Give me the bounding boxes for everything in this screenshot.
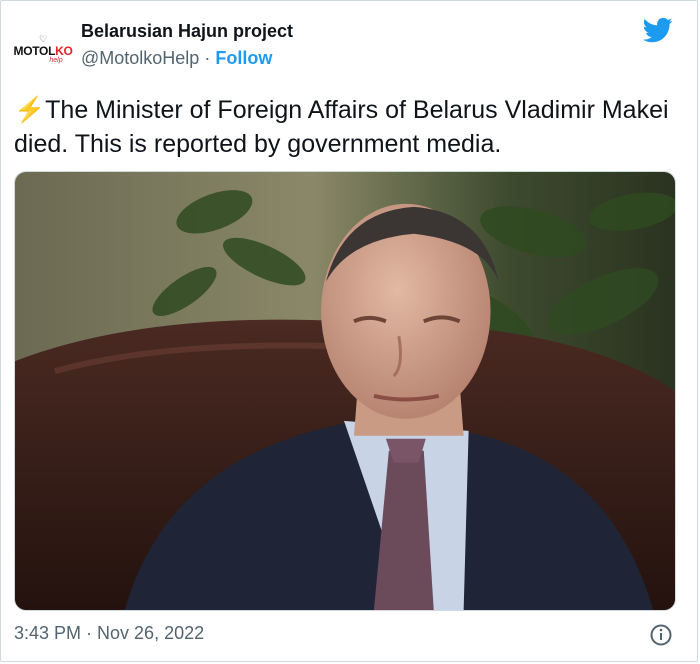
tweet-text: ⚡The Minister of Foreign Affairs of Bela… [14,93,684,161]
tweet-photo[interactable] [14,171,676,611]
avatar-logo-subtext: help [49,56,63,64]
follow-button[interactable]: Follow [215,48,272,68]
lightning-emoji: ⚡ [14,96,46,124]
twitter-bird-icon[interactable] [641,15,675,45]
info-icon[interactable] [649,623,673,647]
tweet-card: ♡ MOTOLKO help Belarusian Hajun project … [0,0,698,662]
avatar-logo-text: MOTOLKO [13,43,73,58]
separator-dot: · [199,48,216,68]
display-name[interactable]: Belarusian Hajun project [81,21,293,42]
avatar[interactable]: ♡ MOTOLKO help [13,20,73,78]
tweet-body: The Minister of Foreign Affairs of Belar… [14,96,669,158]
user-handle[interactable]: @MotolkoHelp [81,48,199,68]
tweet-timestamp[interactable]: 3:43 PM · Nov 26, 2022 [14,623,204,644]
avatar-heart-icon: ♡ [38,33,48,44]
handle-row: @MotolkoHelp · Follow [81,48,272,69]
portrait-image [15,172,675,610]
